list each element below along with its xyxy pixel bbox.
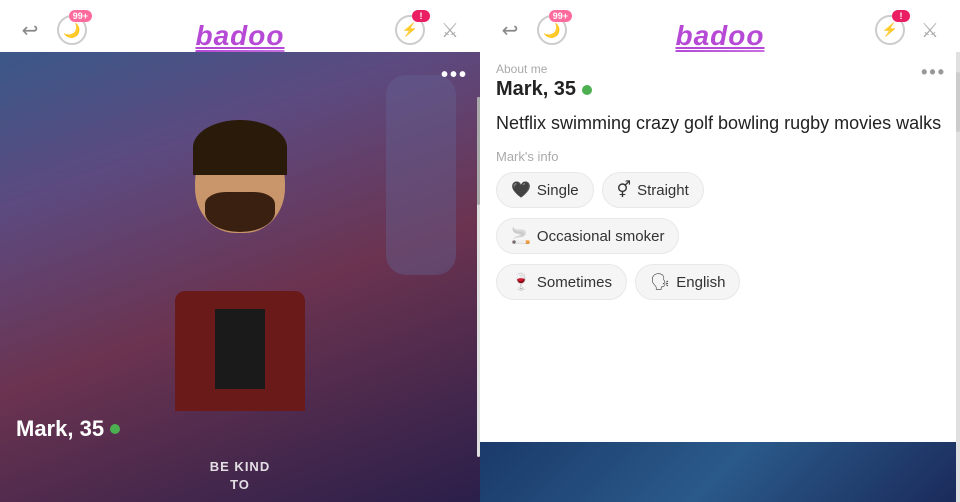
person-shirt xyxy=(215,309,265,389)
right-crossed-icon: ⚔ xyxy=(921,18,939,43)
tags-row-3: 🍷 Sometimes 🗣 English xyxy=(480,264,960,310)
language-icon: 🗣 xyxy=(650,272,670,292)
right-profile-name: Mark, 35 xyxy=(496,78,944,101)
drink-icon: 🍷 xyxy=(511,272,531,292)
right-moon-badge: 99+ xyxy=(549,10,572,22)
lightning-badge: ! xyxy=(412,10,430,22)
right-lightning-button[interactable]: ⚡ ! xyxy=(874,14,906,46)
right-scroll-bar[interactable] xyxy=(956,52,960,502)
tag-english-label: English xyxy=(676,274,725,291)
bg-figure xyxy=(386,75,456,275)
left-more-button[interactable]: ••• xyxy=(441,64,468,87)
lightning-button[interactable]: ⚡ ! xyxy=(394,14,426,46)
tag-sometimes: 🍷 Sometimes xyxy=(496,264,627,300)
tag-straight-label: Straight xyxy=(637,182,689,199)
person-beard xyxy=(205,192,275,232)
left-top-bar-right: ⚡ ! ⚔ xyxy=(394,14,466,46)
right-moon-icon: 🌙 xyxy=(543,22,560,39)
tag-straight: ⚥ Straight xyxy=(602,172,704,208)
tags-row-2: 🚬 Occasional smoker xyxy=(480,218,960,264)
lightning-icon: ⚡ xyxy=(402,22,418,38)
right-logo-underline xyxy=(676,50,765,52)
right-profile-header: About me Mark, 35 ••• xyxy=(480,52,960,107)
person-hair xyxy=(193,120,287,175)
bottom-text-line2: TO xyxy=(230,477,250,492)
undo-button[interactable]: ↩ xyxy=(14,14,46,46)
right-scroll-thumb xyxy=(956,72,960,132)
left-name-text: Mark, 35 xyxy=(16,416,104,442)
moon-badge: 99+ xyxy=(69,10,92,22)
left-profile-name: Mark, 35 xyxy=(16,416,464,442)
undo-icon: ↩ xyxy=(22,18,39,43)
right-undo-icon: ↩ xyxy=(502,18,519,43)
right-more-button[interactable]: ••• xyxy=(921,62,946,83)
tag-smoker: 🚬 Occasional smoker xyxy=(496,218,679,254)
right-online-indicator xyxy=(582,85,592,95)
right-name-text: Mark, 35 xyxy=(496,78,576,101)
smoke-icon: 🚬 xyxy=(511,226,531,246)
left-top-bar: ↩ 🌙 99+ badoo ⚡ ! ⚔ xyxy=(0,0,480,52)
right-top-bar-right: ⚡ ! ⚔ xyxy=(874,14,946,46)
right-logo-area: badoo xyxy=(676,20,765,52)
heart-icon: 🖤 xyxy=(511,180,531,200)
right-logo: badoo xyxy=(676,20,765,51)
right-filter-button[interactable]: ⚔ xyxy=(914,14,946,46)
right-top-bar: ↩ 🌙 99+ badoo ⚡ ! ⚔ xyxy=(480,0,960,52)
right-top-bar-left: ↩ 🌙 99+ xyxy=(494,14,568,46)
tag-single: 🖤 Single xyxy=(496,172,594,208)
gender-icon: ⚥ xyxy=(617,180,631,200)
about-label: About me xyxy=(496,62,944,76)
right-moon-button[interactable]: 🌙 99+ xyxy=(536,14,568,46)
right-lightning-badge: ! xyxy=(892,10,910,22)
tags-row-1: 🖤 Single ⚥ Straight xyxy=(480,172,960,218)
left-logo-area: badoo xyxy=(196,20,285,52)
left-logo: badoo xyxy=(196,20,285,51)
bottom-text-line1: BE KIND xyxy=(210,459,270,474)
about-text-content: Netflix swimming crazy golf bowling rugb… xyxy=(480,107,960,145)
moon-icon: 🌙 xyxy=(63,22,80,39)
left-profile-name-bar: Mark, 35 xyxy=(16,416,464,442)
right-undo-button[interactable]: ↩ xyxy=(494,14,526,46)
moon-button[interactable]: 🌙 99+ xyxy=(56,14,88,46)
online-indicator xyxy=(110,424,120,434)
right-lightning-icon: ⚡ xyxy=(882,22,898,38)
bottom-text-overlay: BE KIND TO xyxy=(0,458,480,494)
tag-smoker-label: Occasional smoker xyxy=(537,228,665,245)
marks-info-label: Mark's info xyxy=(480,145,960,172)
tag-sometimes-label: Sometimes xyxy=(537,274,612,291)
tag-single-label: Single xyxy=(537,182,579,199)
left-phone-panel: ↩ 🌙 99+ badoo ⚡ ! ⚔ xyxy=(0,0,480,502)
crossed-icon: ⚔ xyxy=(441,18,459,43)
left-profile-card: Mark, 35 ••• BE KIND TO xyxy=(0,52,480,502)
tag-english: 🗣 English xyxy=(635,264,741,300)
left-top-bar-left: ↩ 🌙 99+ xyxy=(14,14,88,46)
filter-button[interactable]: ⚔ xyxy=(434,14,466,46)
logo-underline xyxy=(196,50,285,52)
right-profile-info: About me Mark, 35 ••• Netflix swimming c… xyxy=(480,52,960,502)
right-phone-panel: ↩ 🌙 99+ badoo ⚡ ! ⚔ xyxy=(480,0,960,502)
bottom-image-preview xyxy=(480,442,960,502)
